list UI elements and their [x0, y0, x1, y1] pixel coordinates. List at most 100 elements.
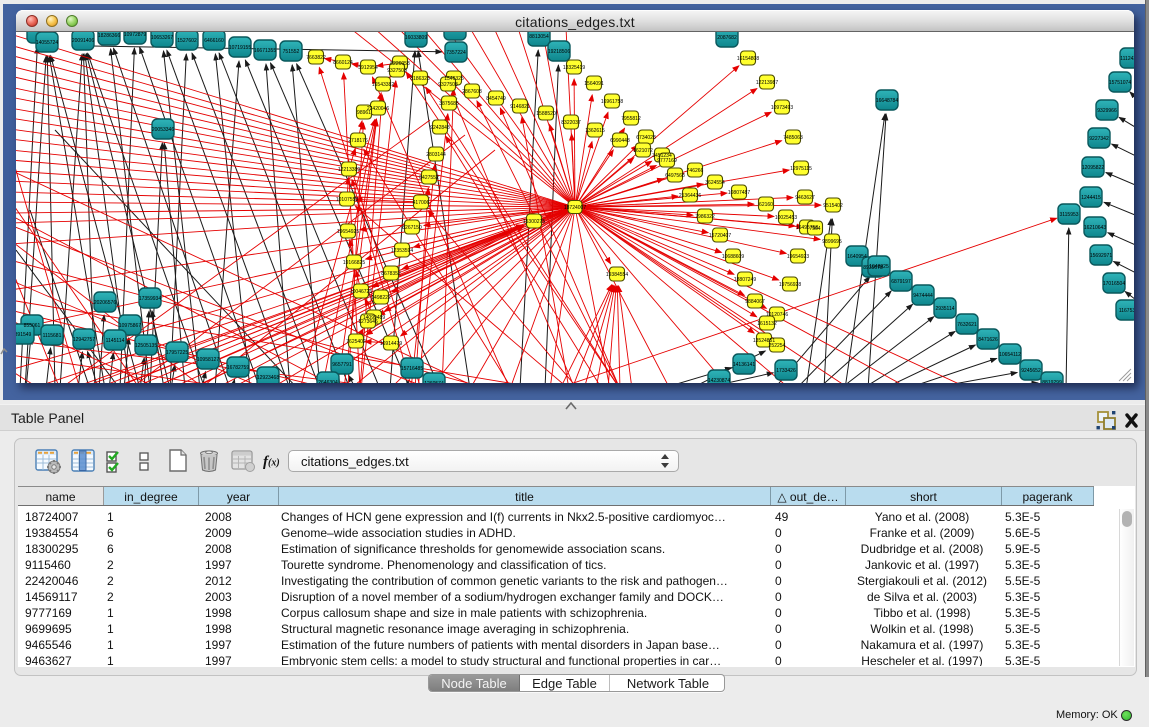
svg-text:9227342: 9227342: [1089, 136, 1109, 142]
svg-text:9777169: 9777169: [657, 158, 677, 164]
svg-text:8186323: 8186323: [410, 76, 430, 82]
svg-text:13325419: 13325419: [563, 65, 585, 71]
svg-text:417006: 417006: [413, 200, 430, 206]
svg-text:8427552: 8427552: [419, 175, 439, 181]
svg-text:1048925: 1048925: [869, 264, 889, 270]
svg-text:15716485: 15716485: [401, 366, 423, 372]
svg-text:12353594: 12353594: [391, 248, 413, 254]
svg-text:1527602: 1527602: [177, 38, 197, 44]
svg-text:19218506: 19218506: [548, 49, 570, 55]
svg-text:7564: 7564: [809, 226, 820, 232]
svg-text:15751074: 15751074: [1109, 80, 1131, 86]
svg-text:8813054: 8813054: [529, 34, 549, 40]
svg-text:14230874: 14230874: [708, 378, 730, 383]
svg-text:7663822: 7663822: [306, 55, 326, 61]
svg-text:5912954: 5912954: [358, 65, 378, 71]
svg-text:7357224: 7357224: [446, 50, 466, 56]
svg-text:9245652: 9245652: [1021, 368, 1041, 374]
svg-text:8660124: 8660124: [333, 60, 353, 66]
svg-text:19756928: 19756928: [779, 282, 801, 288]
svg-text:8454749: 8454749: [486, 96, 506, 102]
svg-text:10654112: 10654112: [999, 352, 1021, 358]
svg-text:16210643: 16210643: [1084, 225, 1106, 231]
svg-text:15692971: 15692971: [1090, 253, 1112, 259]
svg-text:11124358: 11124358: [1120, 56, 1134, 62]
svg-text:1273646: 1273646: [358, 319, 378, 325]
svg-text:116753: 116753: [1119, 308, 1134, 314]
svg-text:20091406: 20091406: [72, 38, 94, 44]
svg-text:1362615: 1362615: [585, 128, 605, 134]
svg-text:7986322: 7986322: [695, 214, 715, 220]
svg-text:2646304: 2646304: [318, 380, 338, 383]
svg-text:16543382: 16543382: [372, 82, 394, 88]
svg-text:17957225: 17957225: [166, 350, 188, 356]
svg-text:10025453: 10025453: [775, 215, 797, 221]
svg-text:17016504: 17016504: [1103, 281, 1125, 287]
svg-text:10972879: 10972879: [124, 32, 146, 38]
svg-text:12213987: 12213987: [756, 80, 778, 86]
svg-text:1588520: 1588520: [536, 111, 556, 117]
svg-text:21364436: 21364436: [679, 193, 701, 199]
svg-text:8226058: 8226058: [390, 61, 410, 67]
svg-text:9657791: 9657791: [332, 362, 352, 368]
svg-text:10975867: 10975867: [119, 323, 141, 329]
svg-text:855061: 855061: [24, 323, 41, 329]
svg-text:6466160: 6466160: [204, 38, 224, 44]
svg-text:12213389: 12213389: [338, 167, 360, 173]
svg-text:2803144: 2803144: [426, 152, 446, 158]
svg-text:1115681: 1115681: [43, 333, 62, 339]
svg-text:1498222: 1498222: [371, 295, 391, 301]
svg-text:6879197: 6879197: [891, 279, 911, 285]
svg-text:18724007: 18724007: [564, 205, 586, 211]
svg-text:252254: 252254: [769, 343, 786, 349]
svg-text:19654923: 19654923: [787, 254, 809, 260]
svg-text:(x): (x): [268, 458, 280, 469]
svg-text:3624554: 3624554: [705, 180, 725, 186]
svg-text:16033809: 16033809: [405, 35, 427, 41]
svg-text:20053346: 20053346: [152, 127, 174, 133]
svg-text:3115953: 3115953: [1059, 212, 1078, 218]
svg-text:8819299: 8819299: [1042, 380, 1062, 383]
svg-text:1621072: 1621072: [633, 148, 653, 154]
svg-text:9899695: 9899695: [822, 239, 842, 245]
svg-text:12923468: 12923468: [257, 375, 279, 381]
svg-text:2935114: 2935114: [935, 306, 954, 312]
svg-text:7625402: 7625402: [346, 339, 366, 345]
svg-text:10807487: 10807487: [728, 190, 750, 196]
svg-text:6734028: 6734028: [636, 135, 656, 141]
svg-text:10958127: 10958127: [197, 357, 219, 363]
svg-text:9515402: 9515402: [823, 203, 843, 209]
svg-text:12942757: 12942757: [73, 337, 95, 343]
svg-text:10973493: 10973493: [771, 105, 793, 111]
svg-text:10046726: 10046726: [350, 289, 372, 295]
svg-text:10688609: 10688609: [722, 254, 744, 260]
svg-text:2867608: 2867608: [462, 89, 482, 95]
svg-text:9474444: 9474444: [913, 293, 933, 299]
svg-text:746266: 746266: [687, 168, 704, 174]
svg-text:1244415: 1244415: [1081, 195, 1101, 201]
svg-text:1615132: 1615132: [757, 321, 777, 327]
svg-text:9242848: 9242848: [430, 125, 450, 131]
svg-text:19166825: 19166825: [343, 260, 365, 266]
svg-text:20206576: 20206576: [94, 300, 116, 306]
svg-text:98961: 98961: [357, 110, 371, 116]
svg-text:751552: 751552: [283, 49, 300, 55]
svg-text:12095822: 12095822: [1082, 165, 1104, 171]
svg-text:14136141: 14136141: [733, 362, 755, 368]
svg-text:19654925: 19654925: [337, 229, 359, 235]
svg-text:1260574: 1260574: [424, 381, 444, 383]
svg-text:6990448: 6990448: [610, 138, 630, 144]
svg-text:62160: 62160: [759, 202, 773, 208]
svg-text:8471626: 8471626: [978, 337, 998, 343]
svg-text:7485063: 7485063: [783, 135, 803, 141]
svg-text:1564091: 1564091: [584, 81, 604, 87]
svg-text:1640954: 1640954: [847, 254, 867, 260]
svg-text:3875685: 3875685: [439, 101, 459, 107]
svg-text:15300275: 15300275: [523, 219, 545, 225]
svg-text:18286366: 18286366: [98, 33, 120, 39]
svg-text:7955812: 7955812: [621, 116, 641, 122]
svg-text:19384554: 19384554: [606, 272, 628, 278]
svg-text:16914479: 16914479: [380, 341, 402, 347]
svg-text:14055724: 14055724: [36, 40, 58, 46]
svg-text:10719155: 10719155: [229, 45, 251, 51]
